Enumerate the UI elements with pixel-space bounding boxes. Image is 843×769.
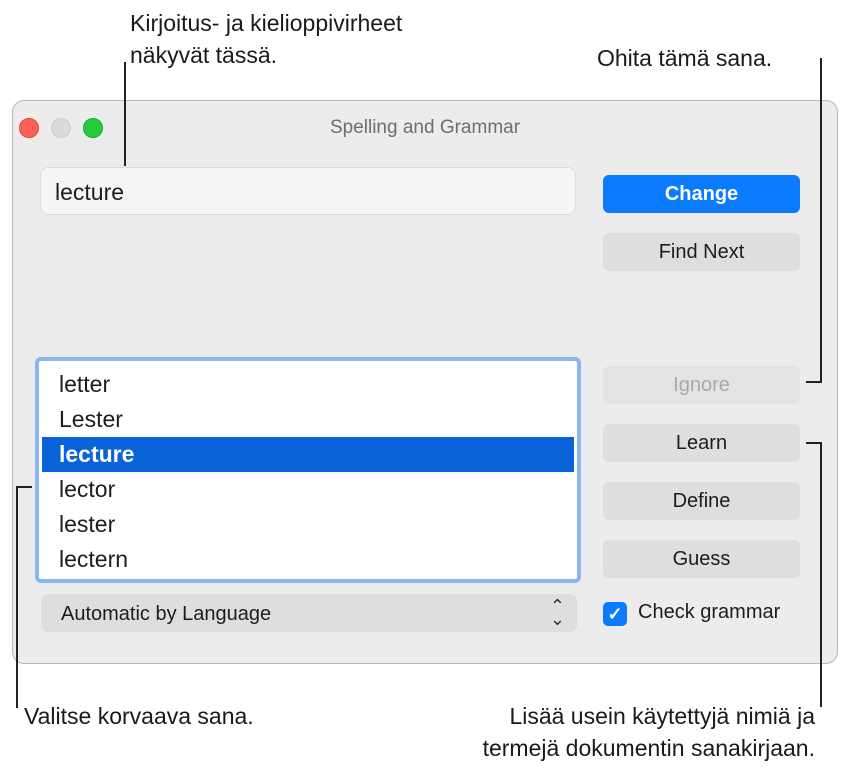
callout-line-learn-tick — [806, 442, 822, 444]
callout-errors: Kirjoitus- ja kielioppivirheet näkyvät t… — [130, 7, 402, 71]
callout-line-choose — [16, 486, 18, 708]
language-popup-label: Automatic by Language — [61, 603, 272, 625]
suggestion-item[interactable]: lectern — [39, 542, 577, 577]
learn-button[interactable]: Learn — [603, 424, 800, 462]
spelling-grammar-window: Spelling and Grammar lecture Change Find… — [12, 100, 838, 664]
misspelled-word-field[interactable]: lecture — [40, 167, 576, 215]
check-grammar-label[interactable]: Check grammar — [638, 601, 780, 624]
suggestion-item[interactable]: letter — [39, 367, 577, 402]
callout-errors-line2: näkyvät tässä. — [130, 42, 278, 68]
ignore-button[interactable]: Ignore — [603, 366, 800, 404]
define-button[interactable]: Define — [603, 482, 800, 520]
callout-choose: Valitse korvaava sana. — [24, 703, 254, 729]
callout-errors-line1: Kirjoitus- ja kielioppivirheet — [130, 10, 403, 36]
misspelled-word-text: lecture — [55, 179, 125, 205]
callout-ignore: Ohita tämä sana. — [597, 45, 773, 71]
callout-learn-line1: Lisää usein käytettyjä nimiä ja — [509, 703, 815, 729]
language-popup[interactable]: Automatic by Language ⌃ ⌄ — [41, 594, 577, 632]
callout-learn-line2: termejä dokumentin sanakirjaan. — [482, 735, 815, 761]
suggestion-item[interactable]: lector — [39, 472, 577, 507]
title-bar: Spelling and Grammar — [13, 101, 837, 153]
suggestion-item[interactable]: Lester — [39, 402, 577, 437]
suggestions-list[interactable]: letter Lester lecture lector lester lect… — [35, 357, 581, 583]
guess-button[interactable]: Guess — [603, 540, 800, 578]
check-grammar-checkbox[interactable]: ✓ — [603, 602, 627, 626]
callout-line-learn — [820, 442, 822, 707]
callout-learn: Lisää usein käytettyjä nimiä ja termejä … — [483, 700, 815, 764]
callout-line-errors — [124, 62, 126, 166]
chevron-up-down-icon: ⌃ ⌄ — [549, 596, 565, 629]
callout-line-ignore-tick — [806, 381, 822, 383]
suggestion-item[interactable]: lester — [39, 507, 577, 542]
find-next-button[interactable]: Find Next — [603, 233, 800, 271]
callout-line-ignore — [820, 58, 822, 383]
checkmark-icon: ✓ — [607, 604, 623, 624]
change-button[interactable]: Change — [603, 175, 800, 213]
suggestion-item-selected[interactable]: lecture — [42, 437, 574, 472]
window-title: Spelling and Grammar — [329, 117, 521, 138]
callout-line-choose-tick — [16, 486, 32, 488]
